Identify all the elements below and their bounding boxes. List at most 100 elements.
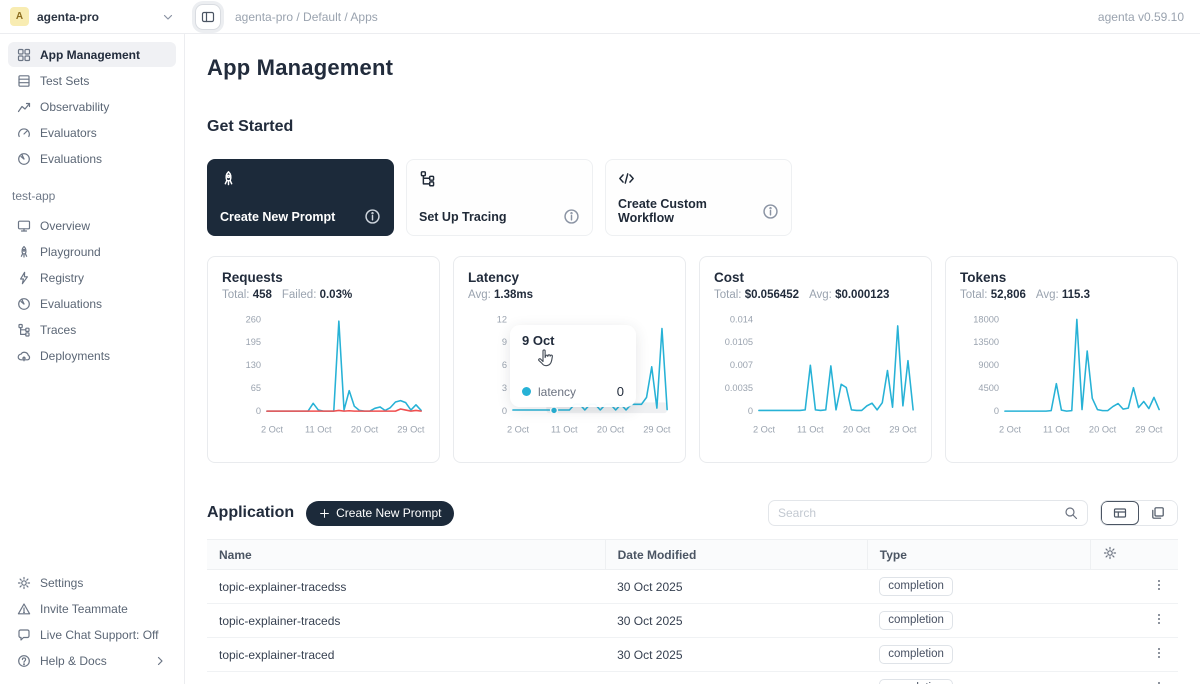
sidebar-item-test-sets[interactable]: Test Sets <box>8 68 176 93</box>
chart-stats: Total: 52,806Avg: 115.3 <box>960 289 1163 301</box>
svg-text:11 Oct: 11 Oct <box>305 425 332 435</box>
sidebar-item-live-chat[interactable]: Live Chat Support: Off <box>8 622 176 647</box>
svg-text:65: 65 <box>251 383 261 393</box>
sidebar-item-registry[interactable]: Registry <box>8 265 176 290</box>
application-heading: Application <box>207 504 294 522</box>
svg-text:29 Oct: 29 Oct <box>643 425 671 435</box>
card-view-button[interactable] <box>1139 501 1177 525</box>
cost-line-chart[interactable]: 0.0140.01050.0070.003502 Oct11 Oct20 Oct… <box>714 307 919 445</box>
type-badge: completion <box>879 577 953 596</box>
create-new-prompt-button[interactable]: Create New Prompt <box>306 501 454 526</box>
svg-text:12: 12 <box>497 314 507 324</box>
svg-text:20 Oct: 20 Oct <box>351 425 379 435</box>
create-custom-workflow-card[interactable]: Create Custom Workflow <box>605 159 792 236</box>
info-icon[interactable] <box>762 203 779 220</box>
sidebar-item-label: Evaluations <box>40 297 102 311</box>
search-icon[interactable] <box>1064 506 1078 520</box>
get-started-cards: Create New Prompt Set Up Tracing Create … <box>207 159 1178 236</box>
column-header-name[interactable]: Name <box>207 540 605 570</box>
type-badge: completion <box>879 645 953 664</box>
sidebar-item-label: Settings <box>40 576 83 590</box>
sidebar-item-evaluations[interactable]: Evaluations <box>8 146 176 171</box>
info-icon[interactable] <box>563 208 580 225</box>
table-row[interactable]: topic-explainer-traced 30 Oct 2025 compl… <box>207 638 1178 672</box>
row-actions-icon[interactable] <box>1152 646 1166 660</box>
main-content: App Management Get Started Create New Pr… <box>185 34 1200 684</box>
card-label: Create New Prompt <box>220 210 335 224</box>
info-icon[interactable] <box>364 208 381 225</box>
tooltip-series-label: latency <box>538 385 576 399</box>
svg-text:0: 0 <box>256 406 261 416</box>
app-date: 30 Oct 2025 <box>605 604 867 638</box>
speedometer-icon <box>17 152 31 166</box>
sidebar-item-evaluations-app[interactable]: Evaluations <box>8 291 176 316</box>
table-row[interactable]: career-assessment 27 Oct 2025 completion <box>207 672 1178 684</box>
table-row[interactable]: topic-explainer-tracedss 30 Oct 2025 com… <box>207 570 1178 604</box>
column-header-date-modified[interactable]: Date Modified <box>605 540 867 570</box>
cost-chart-card: Cost Total: $0.056452Avg: $0.000123 0.01… <box>699 256 932 463</box>
sidebar-item-label: Traces <box>40 323 76 337</box>
svg-text:9000: 9000 <box>978 360 999 370</box>
code-icon <box>618 170 635 187</box>
sidebar-item-label: Overview <box>40 219 90 233</box>
sidebar-item-playground[interactable]: Playground <box>8 239 176 264</box>
svg-text:18000: 18000 <box>973 314 999 324</box>
chat-bubble-icon <box>17 628 31 642</box>
type-badge: completion <box>879 679 953 684</box>
app-name: career-assessment <box>207 672 605 684</box>
chart-stats: Total: 458Failed: 0.03% <box>222 289 425 301</box>
grid-icon <box>17 48 31 62</box>
applications-table: Name Date Modified Type topic-explainer-… <box>207 539 1178 684</box>
chart-line-icon <box>17 100 31 114</box>
metrics-charts: Requests Total: 458Failed: 0.03% 2601951… <box>207 256 1178 463</box>
search-input[interactable] <box>778 506 1064 520</box>
help-icon <box>17 654 31 668</box>
tokens-line-chart[interactable]: 18000135009000450002 Oct11 Oct20 Oct29 O… <box>960 307 1165 445</box>
sidebar-item-label: Playground <box>40 245 101 259</box>
invite-icon <box>17 602 31 616</box>
sidebar-item-deployments[interactable]: Deployments <box>8 343 176 368</box>
table-view-button[interactable] <box>1101 501 1139 525</box>
gear-icon <box>1103 546 1117 560</box>
workspace-name: agenta-pro <box>37 10 153 24</box>
set-up-tracing-card[interactable]: Set Up Tracing <box>406 159 593 236</box>
row-actions-icon[interactable] <box>1152 680 1166 684</box>
sidebar-item-invite-teammate[interactable]: Invite Teammate <box>8 596 176 621</box>
svg-text:29 Oct: 29 Oct <box>397 425 425 435</box>
search-box <box>768 500 1088 526</box>
chevron-right-icon <box>153 654 167 668</box>
chart-title: Tokens <box>960 270 1163 285</box>
app-date: 30 Oct 2025 <box>605 570 867 604</box>
sidebar-item-overview[interactable]: Overview <box>8 213 176 238</box>
sidebar-item-label: Help & Docs <box>40 654 107 668</box>
cursor-pointer-icon <box>536 349 556 369</box>
column-header-type[interactable]: Type <box>867 540 1090 570</box>
monitor-icon <box>17 219 31 233</box>
sidebar-item-label: Invite Teammate <box>40 602 128 616</box>
table-view-icon <box>1113 506 1127 520</box>
sidebar-item-help-docs[interactable]: Help & Docs <box>8 648 176 673</box>
table-row[interactable]: topic-explainer-traceds 30 Oct 2025 comp… <box>207 604 1178 638</box>
sidebar-item-settings[interactable]: Settings <box>8 570 176 595</box>
card-label: Set Up Tracing <box>419 210 507 224</box>
sidebar-item-app-management[interactable]: App Management <box>8 42 176 67</box>
row-actions-icon[interactable] <box>1152 612 1166 626</box>
requests-line-chart[interactable]: 2601951306502 Oct11 Oct20 Oct29 Oct <box>222 307 427 445</box>
svg-text:11 Oct: 11 Oct <box>797 425 824 435</box>
chevron-down-icon <box>161 10 175 24</box>
workspace-selector[interactable]: A agenta-pro <box>0 0 185 33</box>
create-new-prompt-card[interactable]: Create New Prompt <box>207 159 394 236</box>
sidebar-toggle-button[interactable] <box>195 4 221 30</box>
column-header-settings[interactable] <box>1091 540 1178 570</box>
row-actions-icon[interactable] <box>1152 578 1166 592</box>
svg-text:0.0035: 0.0035 <box>725 383 753 393</box>
tooltip-value: 0 <box>617 384 624 399</box>
latency-chart-card: Latency Avg: 1.38ms 1296302 Oct11 Oct20 … <box>453 256 686 463</box>
sidebar-item-label: Evaluators <box>40 126 97 140</box>
sidebar-item-evaluators[interactable]: Evaluators <box>8 120 176 145</box>
sidebar-item-observability[interactable]: Observability <box>8 94 176 119</box>
svg-text:0: 0 <box>502 406 507 416</box>
version-label: agenta v0.59.10 <box>1098 10 1200 24</box>
sidebar-item-traces[interactable]: Traces <box>8 317 176 342</box>
svg-text:130: 130 <box>246 360 261 370</box>
